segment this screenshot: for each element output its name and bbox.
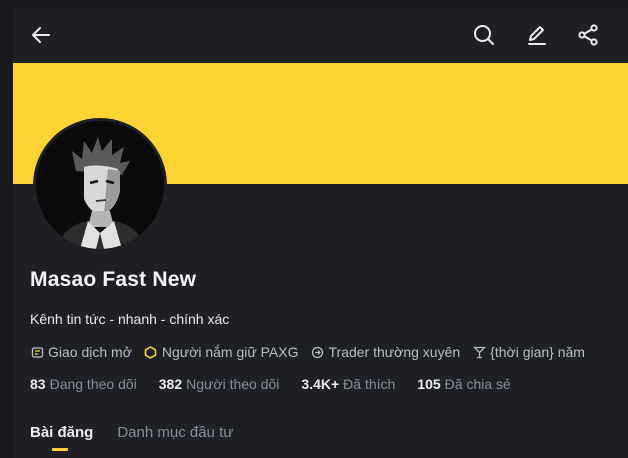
stat-likes: 3.4K+ Đã thích bbox=[301, 376, 395, 392]
stat-value: 83 bbox=[30, 376, 46, 392]
stat-value: 105 bbox=[417, 376, 441, 392]
profile-tabs: Bài đăng Danh mục đầu tư bbox=[30, 424, 257, 451]
stat-label: Đang theo dõi bbox=[49, 376, 137, 392]
badge-item[interactable]: {thời gian} năm bbox=[472, 344, 585, 360]
badge-label: Người nắm giữ PAXG bbox=[161, 344, 299, 360]
badge-item[interactable]: Trader thường xuyên bbox=[311, 344, 461, 360]
tab-posts[interactable]: Bài đăng bbox=[30, 424, 93, 451]
active-tab-indicator bbox=[52, 448, 68, 451]
stat-followers[interactable]: 382 Người theo dõi bbox=[159, 376, 280, 392]
tab-portfolio[interactable]: Danh mục đầu tư bbox=[117, 424, 233, 451]
trade-icon bbox=[30, 345, 44, 359]
back-arrow-icon[interactable] bbox=[27, 21, 55, 49]
badge-label: Trader thường xuyên bbox=[328, 344, 461, 360]
badge-item[interactable]: Người nắm giữ PAXG bbox=[144, 344, 299, 360]
stat-shares: 105 Đã chia sẻ bbox=[417, 376, 511, 392]
badge-list: Giao dịch mở Người nắm giữ PAXG Trader t… bbox=[30, 344, 597, 360]
stat-label: Đã chia sẻ bbox=[444, 376, 511, 392]
badge-label: Giao dịch mở bbox=[48, 344, 132, 360]
tab-label: Danh mục đầu tư bbox=[117, 424, 234, 441]
stat-label: Đã thích bbox=[343, 376, 396, 392]
badge-label: {thời gian} năm bbox=[490, 344, 585, 360]
stat-value: 3.4K+ bbox=[301, 376, 340, 392]
edit-pencil-icon[interactable] bbox=[523, 21, 551, 49]
paxg-coin-icon bbox=[144, 345, 158, 359]
share-icon[interactable] bbox=[574, 21, 602, 49]
profile-panel: Masao Fast New Kênh tin tức - nhanh - ch… bbox=[13, 8, 628, 458]
badge-item[interactable]: Giao dịch mở bbox=[30, 344, 132, 360]
stats-row: 83 Đang theo dõi 382 Người theo dõi 3.4K+ Đ… bbox=[30, 376, 533, 392]
search-icon[interactable] bbox=[470, 21, 498, 49]
stat-following[interactable]: 83 Đang theo dõi bbox=[30, 376, 137, 392]
profile-name: Masao Fast New bbox=[30, 268, 197, 291]
profile-bio: Kênh tin tức - nhanh - chính xác bbox=[30, 311, 230, 327]
stat-value: 382 bbox=[158, 376, 183, 392]
tab-label: Bài đăng bbox=[30, 424, 94, 441]
cocktail-icon bbox=[472, 345, 486, 359]
stat-label: Người theo dõi bbox=[186, 376, 280, 392]
refresh-icon bbox=[311, 345, 325, 359]
top-bar bbox=[13, 8, 628, 63]
avatar[interactable] bbox=[33, 118, 167, 252]
